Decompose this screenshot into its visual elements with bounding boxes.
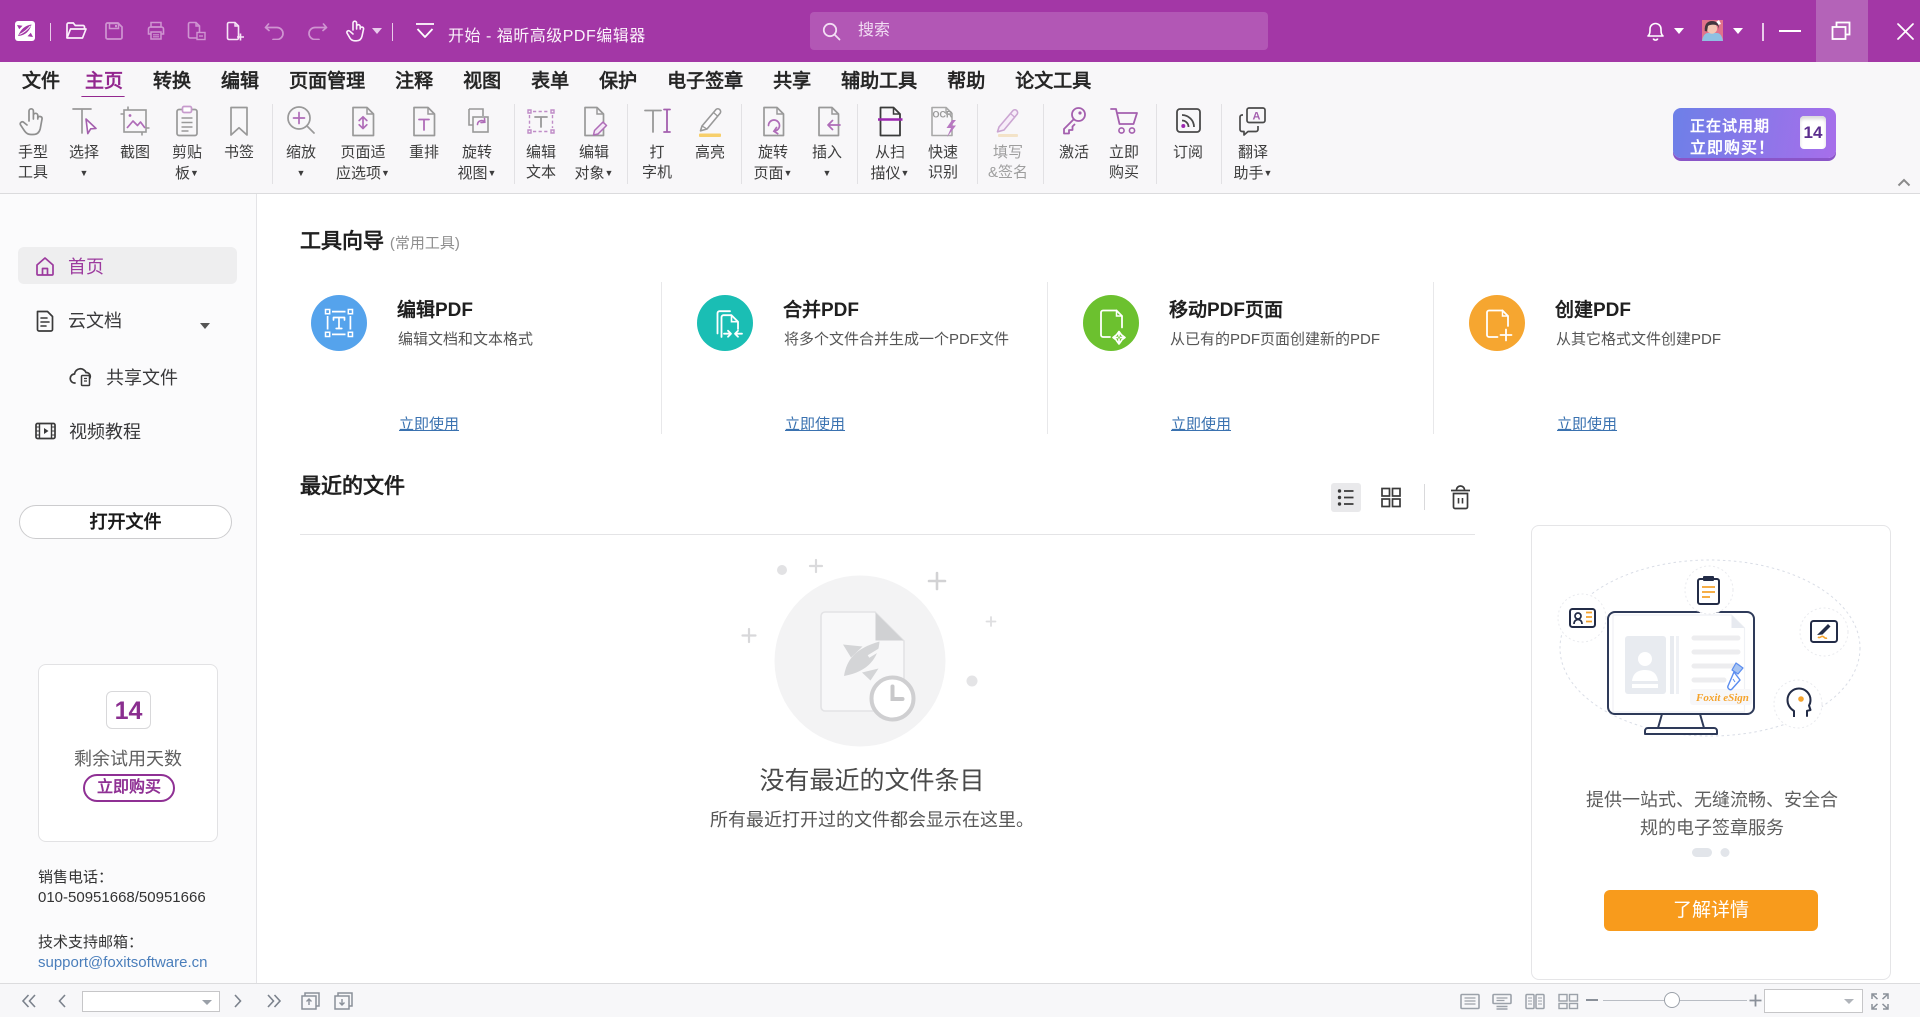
svg-text:Foxit eSign: Foxit eSign — [1695, 692, 1749, 704]
svg-text:A: A — [1253, 111, 1261, 123]
